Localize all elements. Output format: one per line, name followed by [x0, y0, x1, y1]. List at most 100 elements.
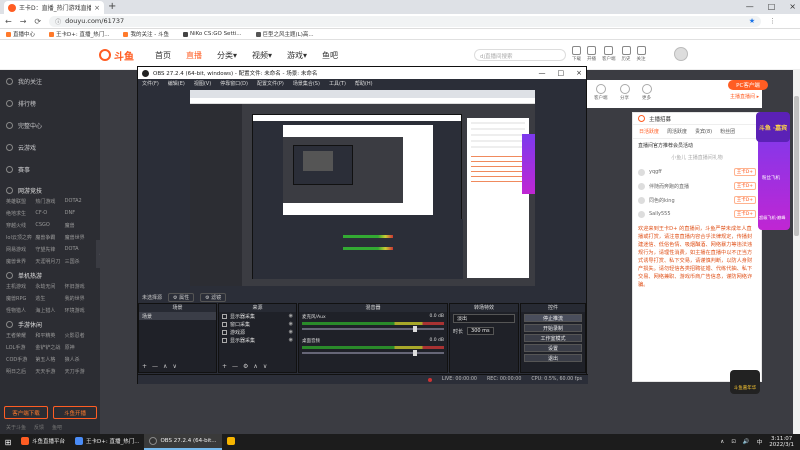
follow-button[interactable]: 关注: [636, 46, 646, 62]
footer-link[interactable]: 反馈: [34, 424, 44, 431]
bookmark-item[interactable]: 我的关注 - 斗鱼: [123, 30, 169, 38]
bookmark-item[interactable]: 直播中心: [6, 30, 35, 38]
carnival-badge[interactable]: 斗鱼嘉年华: [730, 370, 760, 394]
sidebar-item-rank[interactable]: 排行榜: [0, 92, 100, 114]
sidebar-game-link[interactable]: 和平精英: [35, 332, 64, 339]
sidebar-game-link[interactable]: lol云顶之弈: [6, 234, 35, 241]
menu-help[interactable]: 帮助(H): [355, 80, 373, 87]
sidebar-game-link[interactable]: 守望先锋: [35, 246, 64, 253]
sidebar-game-link[interactable]: 魔兽世界: [65, 234, 94, 241]
site-logo[interactable]: 斗鱼: [114, 48, 134, 63]
reload-icon[interactable]: ⟳: [34, 17, 41, 26]
sidebar-game-link[interactable]: 怪物猎人: [6, 307, 35, 314]
url-input[interactable]: ⓘ douyu.com/61737 ★: [49, 15, 762, 27]
scene-item[interactable]: 场景: [139, 312, 216, 320]
sidebar-item-events[interactable]: 赛事: [0, 158, 100, 180]
sidebar-game-link[interactable]: 逃生: [35, 295, 64, 302]
scrollbar-thumb[interactable]: [794, 96, 799, 236]
source-item[interactable]: 显示器采集 ◉: [219, 336, 296, 344]
sidebar-game-link[interactable]: 火影忍者: [65, 332, 94, 339]
forward-icon[interactable]: →: [20, 17, 27, 26]
sidebar-game-link[interactable]: 魔兽争霸: [35, 234, 64, 241]
sidebar-game-link[interactable]: 主机游戏: [6, 283, 35, 290]
stop-streaming-button[interactable]: 停止推流: [524, 314, 582, 322]
footer-link[interactable]: 关于斗鱼: [6, 424, 26, 431]
nav-category[interactable]: 分类▾: [217, 50, 237, 61]
taskbar-app-chrome[interactable]: 王卡D+: 直播_热门...: [70, 434, 144, 450]
sidebar-game-link[interactable]: 环境游戏: [65, 307, 94, 314]
settings-icon[interactable]: ⚙: [243, 363, 248, 370]
move-down-icon[interactable]: ∨: [172, 363, 176, 370]
list-item[interactable]: yqgff 王卡D+: [633, 165, 761, 179]
nav-home[interactable]: 首页: [155, 50, 171, 61]
start-broadcast-button[interactable]: 斗鱼开播: [53, 406, 97, 419]
pc-client-button[interactable]: PC客户端: [728, 80, 768, 90]
taskbar-app-obs[interactable]: OBS 27.2.4 (64-bit...: [144, 434, 222, 450]
broadcast-button[interactable]: 开播: [587, 46, 596, 62]
history-button[interactable]: 历史: [621, 46, 631, 62]
new-tab-button[interactable]: +: [108, 1, 116, 12]
client-download-button[interactable]: 客户端下载: [4, 406, 48, 419]
close-button[interactable]: ×: [789, 0, 796, 14]
tab-vip[interactable]: 贵宾(8): [693, 127, 714, 136]
streamer-room-link[interactable]: 主播直播间 ▸: [730, 93, 759, 100]
sidebar-game-link[interactable]: 永劫无间: [35, 283, 64, 290]
obs-preview[interactable]: [190, 90, 535, 286]
obs-title-bar[interactable]: OBS 27.2.4 (64-bit, windows) - 配置文件: 未命名…: [138, 67, 586, 79]
nav-live[interactable]: 直播: [186, 50, 202, 61]
tab-fans[interactable]: 粉丝团: [718, 127, 737, 136]
list-item[interactable]: 同色的king 王卡D+: [633, 193, 761, 207]
sidebar-game-link[interactable]: 海上猎人: [35, 307, 64, 314]
extensions-icon[interactable]: ⋮: [769, 17, 776, 25]
sidebar-game-link[interactable]: 穿越火线: [6, 222, 35, 229]
sidebar-game-link[interactable]: 三国杀: [65, 258, 94, 265]
ad-badge[interactable]: 斗鱼 ·嘉宾: [756, 112, 790, 142]
volume-knob[interactable]: [412, 350, 417, 356]
settings-button[interactable]: 设置: [524, 344, 582, 352]
visibility-icon[interactable]: ◉: [289, 313, 293, 319]
sidebar-game-link[interactable]: CF·O: [35, 210, 64, 217]
site-info-icon[interactable]: ⓘ: [55, 17, 61, 26]
sidebar-game-link[interactable]: 怀旧游戏: [65, 283, 94, 290]
sidebar-item-follow[interactable]: 我的关注: [0, 70, 100, 92]
duration-input[interactable]: 300 ms: [467, 327, 494, 335]
sidebar-game-link[interactable]: 金铲铲之战: [35, 344, 64, 351]
sidebar-game-link[interactable]: 第五人格: [35, 356, 64, 363]
source-item[interactable]: 游戏源 ◉: [219, 328, 296, 336]
client-button[interactable]: 客户端: [602, 46, 616, 62]
add-icon[interactable]: +: [142, 363, 147, 370]
download-button[interactable]: 下载: [572, 46, 581, 62]
move-down-icon[interactable]: ∨: [263, 363, 267, 370]
sidebar-game-link[interactable]: CSGO: [35, 222, 64, 229]
sidebar-game-link[interactable]: COD手游: [6, 356, 35, 363]
close-button[interactable]: ×: [576, 69, 582, 77]
sidebar-game-link[interactable]: DNF: [65, 210, 94, 217]
clock[interactable]: 3:11:07 2022/3/1: [769, 436, 794, 448]
visibility-icon[interactable]: ◉: [289, 329, 293, 335]
menu-docks[interactable]: 停靠窗口(D): [220, 80, 248, 87]
studio-mode-button[interactable]: 工作室模式: [524, 334, 582, 342]
tab-weekly[interactable]: 周活跃度: [665, 127, 689, 136]
menu-view[interactable]: 视图(V): [194, 80, 211, 87]
sidebar-game-link[interactable]: 我的世界: [65, 295, 94, 302]
menu-tools[interactable]: 工具(T): [329, 80, 346, 87]
sidebar-game-link[interactable]: 王者荣耀: [6, 332, 35, 339]
sidebar-game-link[interactable]: 魔兽: [65, 222, 94, 229]
properties-button[interactable]: ⚙ 属性: [168, 292, 195, 302]
sidebar-game-link[interactable]: 绝地求生: [6, 210, 35, 217]
minimize-button[interactable]: —: [539, 69, 546, 77]
exit-button[interactable]: 退出: [524, 354, 582, 362]
maximize-button[interactable]: □: [768, 0, 776, 14]
source-item[interactable]: 窗口采集 ◉: [219, 320, 296, 328]
visibility-icon[interactable]: ◉: [289, 337, 293, 343]
filters-button[interactable]: ⚙ 滤镜: [200, 292, 227, 302]
share-action[interactable]: 分享: [619, 84, 630, 104]
list-item[interactable]: Sally555 王卡D+: [633, 207, 761, 221]
sidebar-game-link[interactable]: DOTA: [65, 246, 94, 253]
taskbar-app-folder[interactable]: [222, 434, 240, 450]
sidebar-game-link[interactable]: 天天手游: [35, 368, 64, 375]
remove-icon[interactable]: —: [152, 363, 158, 370]
sidebar-game-link[interactable]: 天涯明月刀: [35, 258, 64, 265]
sidebar-game-link[interactable]: 明日之后: [6, 368, 35, 375]
taskbar-app-douyu[interactable]: 斗鱼直播平台: [16, 434, 70, 450]
